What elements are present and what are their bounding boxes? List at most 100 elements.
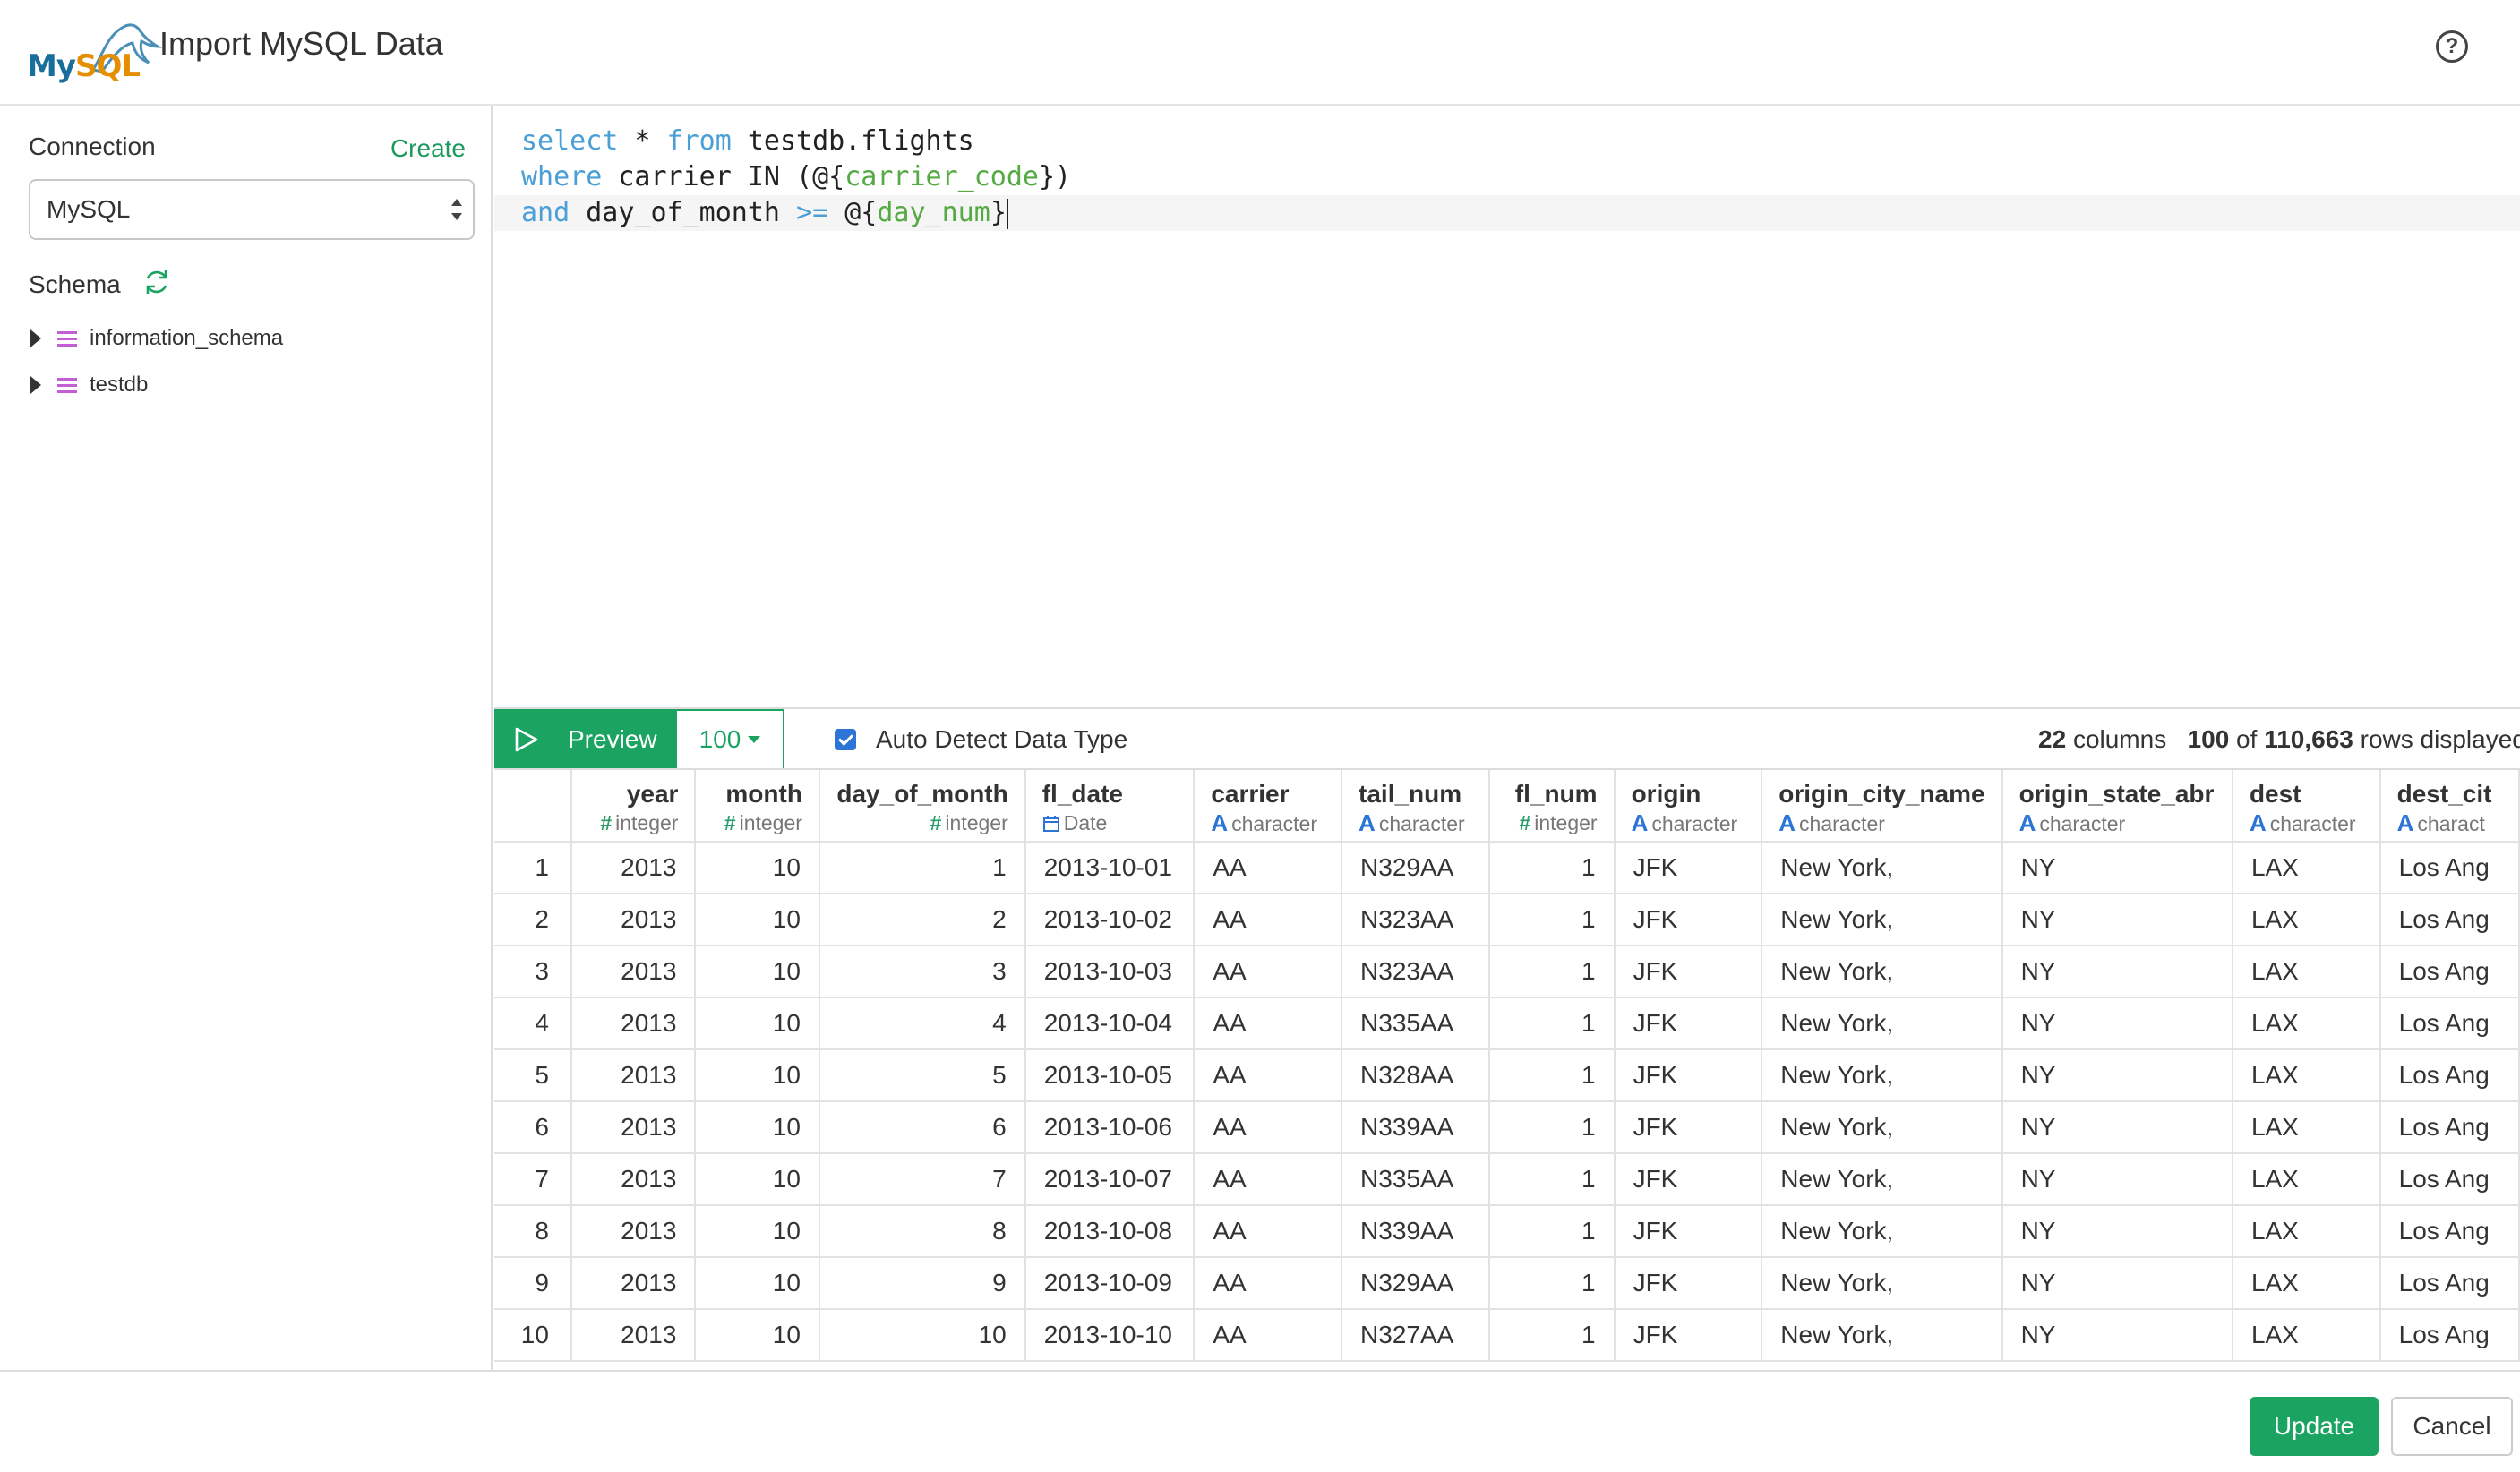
table-cell: 1 [1488, 894, 1616, 946]
table-cell: 1 [1488, 842, 1616, 894]
caret-right-icon[interactable] [30, 376, 41, 394]
mysql-logo: MySQL [27, 16, 163, 84]
table-row[interactable]: 5 2013 10 5 2013-10-05 AA N328AA 1 JFK New York, N… [494, 1049, 2520, 1102]
table-cell: 1 [819, 842, 1026, 894]
column-header-fl-date[interactable]: fl_date Date [1024, 770, 1196, 843]
column-header-origin[interactable]: origin Acharacter [1614, 770, 1763, 843]
table-row[interactable]: 4 2013 10 4 2013-10-04 AA N335AA 1 JFK New York, N… [494, 997, 2520, 1050]
column-header-carrier[interactable]: carrier Acharacter [1194, 770, 1343, 843]
table-cell: Los Ang [2379, 894, 2520, 946]
table-cell: Los Ang [2379, 1205, 2520, 1258]
row-number-header [494, 770, 572, 843]
table-cell: 2013-10-10 [1024, 1309, 1196, 1362]
row-number: 2 [494, 894, 572, 946]
column-header-fl-num[interactable]: fl_num # integer [1488, 770, 1616, 843]
column-header-tail-num[interactable]: tail_num Acharacter [1341, 770, 1490, 843]
table-cell: N327AA [1341, 1309, 1490, 1362]
table-cell: 10 [695, 997, 820, 1050]
table-cell: 10 [819, 1309, 1026, 1362]
chevron-down-icon [748, 736, 761, 743]
column-header-dest[interactable]: dest Acharacter [2232, 770, 2381, 843]
table-cell: AA [1194, 1309, 1343, 1362]
row-limit-dropdown[interactable]: 100 [675, 709, 784, 770]
character-type-icon: A [1779, 809, 1796, 836]
code-line-3: and day_of_month >= @{day_num} [521, 197, 1008, 229]
table-cell: 3 [819, 946, 1026, 998]
table-cell: 1 [1488, 1101, 1616, 1154]
column-type-label: integer [739, 811, 802, 834]
column-header-day-of-month[interactable]: day_of_month # integer [819, 770, 1026, 843]
column-type: Date [1042, 809, 1178, 836]
sql-editor[interactable]: select * from testdb.flights where carri… [494, 106, 2520, 707]
table-cell: 10 [695, 1257, 820, 1310]
table-cell: NY [2001, 1153, 2233, 1206]
header: MySQL Import MySQL Data ? [0, 0, 2520, 106]
column-name: origin_city_name [1779, 780, 1985, 808]
connection-select[interactable]: MySQL [29, 179, 475, 240]
integer-type-icon: # [1519, 811, 1531, 834]
table-cell: AA [1194, 894, 1343, 946]
table-cell: 2013 [570, 894, 697, 946]
column-type: Acharacter [1632, 809, 1745, 837]
column-type-label: integer [945, 811, 1008, 834]
table-cell: 2013 [570, 1309, 697, 1362]
table-cell: 2 [819, 894, 1026, 946]
schema-item-testdb[interactable]: testdb [30, 367, 148, 403]
column-header-origin-city-name[interactable]: origin_city_name Acharacter [1761, 770, 2003, 843]
preview-grid[interactable]: year # integer month # integer day_of_month # in… [494, 768, 2520, 1370]
table-row[interactable]: 7 2013 10 7 2013-10-07 AA N335AA 1 JFK New York, N… [494, 1153, 2520, 1206]
table-cell: JFK [1614, 1101, 1763, 1154]
preview-button[interactable]: Preview [494, 709, 675, 770]
table-cell: 2013 [570, 1153, 697, 1206]
row-number: 10 [494, 1309, 572, 1362]
column-header-dest-cit[interactable]: dest_cit Acharact [2379, 770, 2520, 843]
create-connection-link[interactable]: Create [390, 134, 466, 163]
table-cell: LAX [2232, 1153, 2381, 1206]
auto-detect-checkbox[interactable] [835, 729, 856, 750]
table-cell: 2013-10-04 [1024, 997, 1196, 1050]
column-header-month[interactable]: month # integer [695, 770, 820, 843]
table-row[interactable]: 2 2013 10 2 2013-10-02 AA N323AA 1 JFK New York, N… [494, 894, 2520, 946]
column-type: Acharacter [1359, 809, 1472, 837]
schema-list-icon [57, 376, 77, 394]
table-row[interactable]: 1 2013 10 1 2013-10-01 AA N329AA 1 JFK New York, N… [494, 842, 2520, 894]
table-cell: New York, [1761, 1205, 2003, 1258]
table-cell: NY [2001, 1101, 2233, 1154]
table-cell: 1 [1488, 1049, 1616, 1102]
cancel-button[interactable]: Cancel [2391, 1397, 2513, 1456]
table-cell: 2013-10-07 [1024, 1153, 1196, 1206]
table-cell: Los Ang [2379, 842, 2520, 894]
table-cell: Los Ang [2379, 1153, 2520, 1206]
table-row[interactable]: 6 2013 10 6 2013-10-06 AA N339AA 1 JFK New York, N… [494, 1101, 2520, 1154]
text-cursor [1006, 198, 1008, 229]
column-header-year[interactable]: year # integer [570, 770, 697, 843]
table-cell: N323AA [1341, 894, 1490, 946]
table-cell: 5 [819, 1049, 1026, 1102]
table-row[interactable]: 10 2013 10 10 2013-10-10 AA N327AA 1 JFK New York… [494, 1309, 2520, 1362]
table-row[interactable]: 3 2013 10 3 2013-10-03 AA N323AA 1 JFK New York, N… [494, 946, 2520, 998]
table-cell: NY [2001, 842, 2233, 894]
page-title: Import MySQL Data [159, 25, 443, 62]
update-button[interactable]: Update [2250, 1397, 2379, 1456]
row-number: 1 [494, 842, 572, 894]
row-limit-value: 100 [699, 725, 741, 753]
table-row[interactable]: 8 2013 10 8 2013-10-08 AA N339AA 1 JFK New York, N… [494, 1205, 2520, 1258]
table-cell: 2013 [570, 842, 697, 894]
table-cell: JFK [1614, 894, 1763, 946]
table-cell: New York, [1761, 1049, 2003, 1102]
help-icon[interactable]: ? [2436, 30, 2468, 63]
connection-sidebar: Connection Create MySQL Schema informati… [0, 106, 493, 1370]
table-cell: New York, [1761, 1101, 2003, 1154]
table-cell: 6 [819, 1101, 1026, 1154]
table-cell: NY [2001, 997, 2233, 1050]
refresh-icon[interactable] [141, 267, 172, 297]
schema-item-information-schema[interactable]: information_schema [30, 321, 283, 356]
column-header-origin-state-abr[interactable]: origin_state_abr Acharacter [2001, 770, 2233, 843]
table-cell: 1 [1488, 1257, 1616, 1310]
column-name: dest_cit [2396, 780, 2492, 808]
table-cell: New York, [1761, 1257, 2003, 1310]
table-row[interactable]: 9 2013 10 9 2013-10-09 AA N329AA 1 JFK New York, N… [494, 1257, 2520, 1310]
table-cell: Los Ang [2379, 1101, 2520, 1154]
caret-right-icon[interactable] [30, 329, 41, 347]
table-cell: N339AA [1341, 1101, 1490, 1154]
